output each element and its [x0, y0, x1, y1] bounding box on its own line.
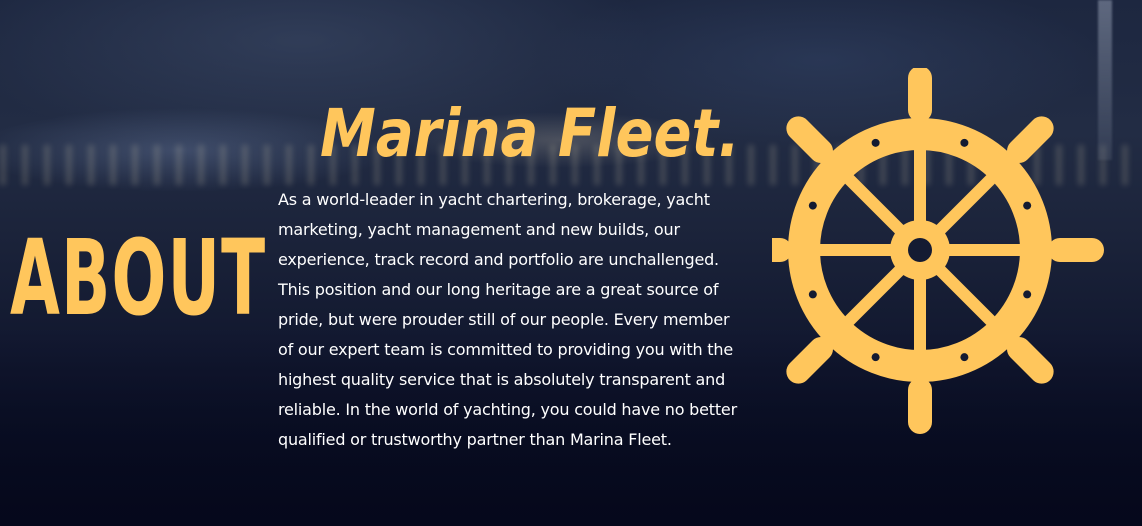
wheel-handle — [1006, 116, 1054, 164]
wheel-handle — [786, 336, 834, 384]
page-title: Marina Fleet. — [320, 95, 740, 172]
wheel-rivet — [871, 353, 880, 362]
wheel-handle — [1006, 336, 1054, 384]
wheel-rivet — [808, 201, 817, 210]
ship-wheel-icon — [772, 68, 1104, 434]
section-heading: ABOUT — [10, 217, 267, 339]
wheel-rivet — [808, 290, 817, 299]
wheel-hub-hole — [908, 238, 932, 262]
about-description: As a world-leader in yacht chartering, b… — [278, 190, 737, 449]
wheel-rivet — [960, 138, 969, 147]
wheel-handle — [786, 116, 834, 164]
wheel-rivet — [1023, 290, 1032, 299]
wheel-rivet — [871, 138, 880, 147]
about-section: ABOUT Marina Fleet. As a world-leader in… — [0, 0, 1142, 526]
wheel-rivet — [960, 353, 969, 362]
wheel-rivet — [1023, 201, 1032, 210]
